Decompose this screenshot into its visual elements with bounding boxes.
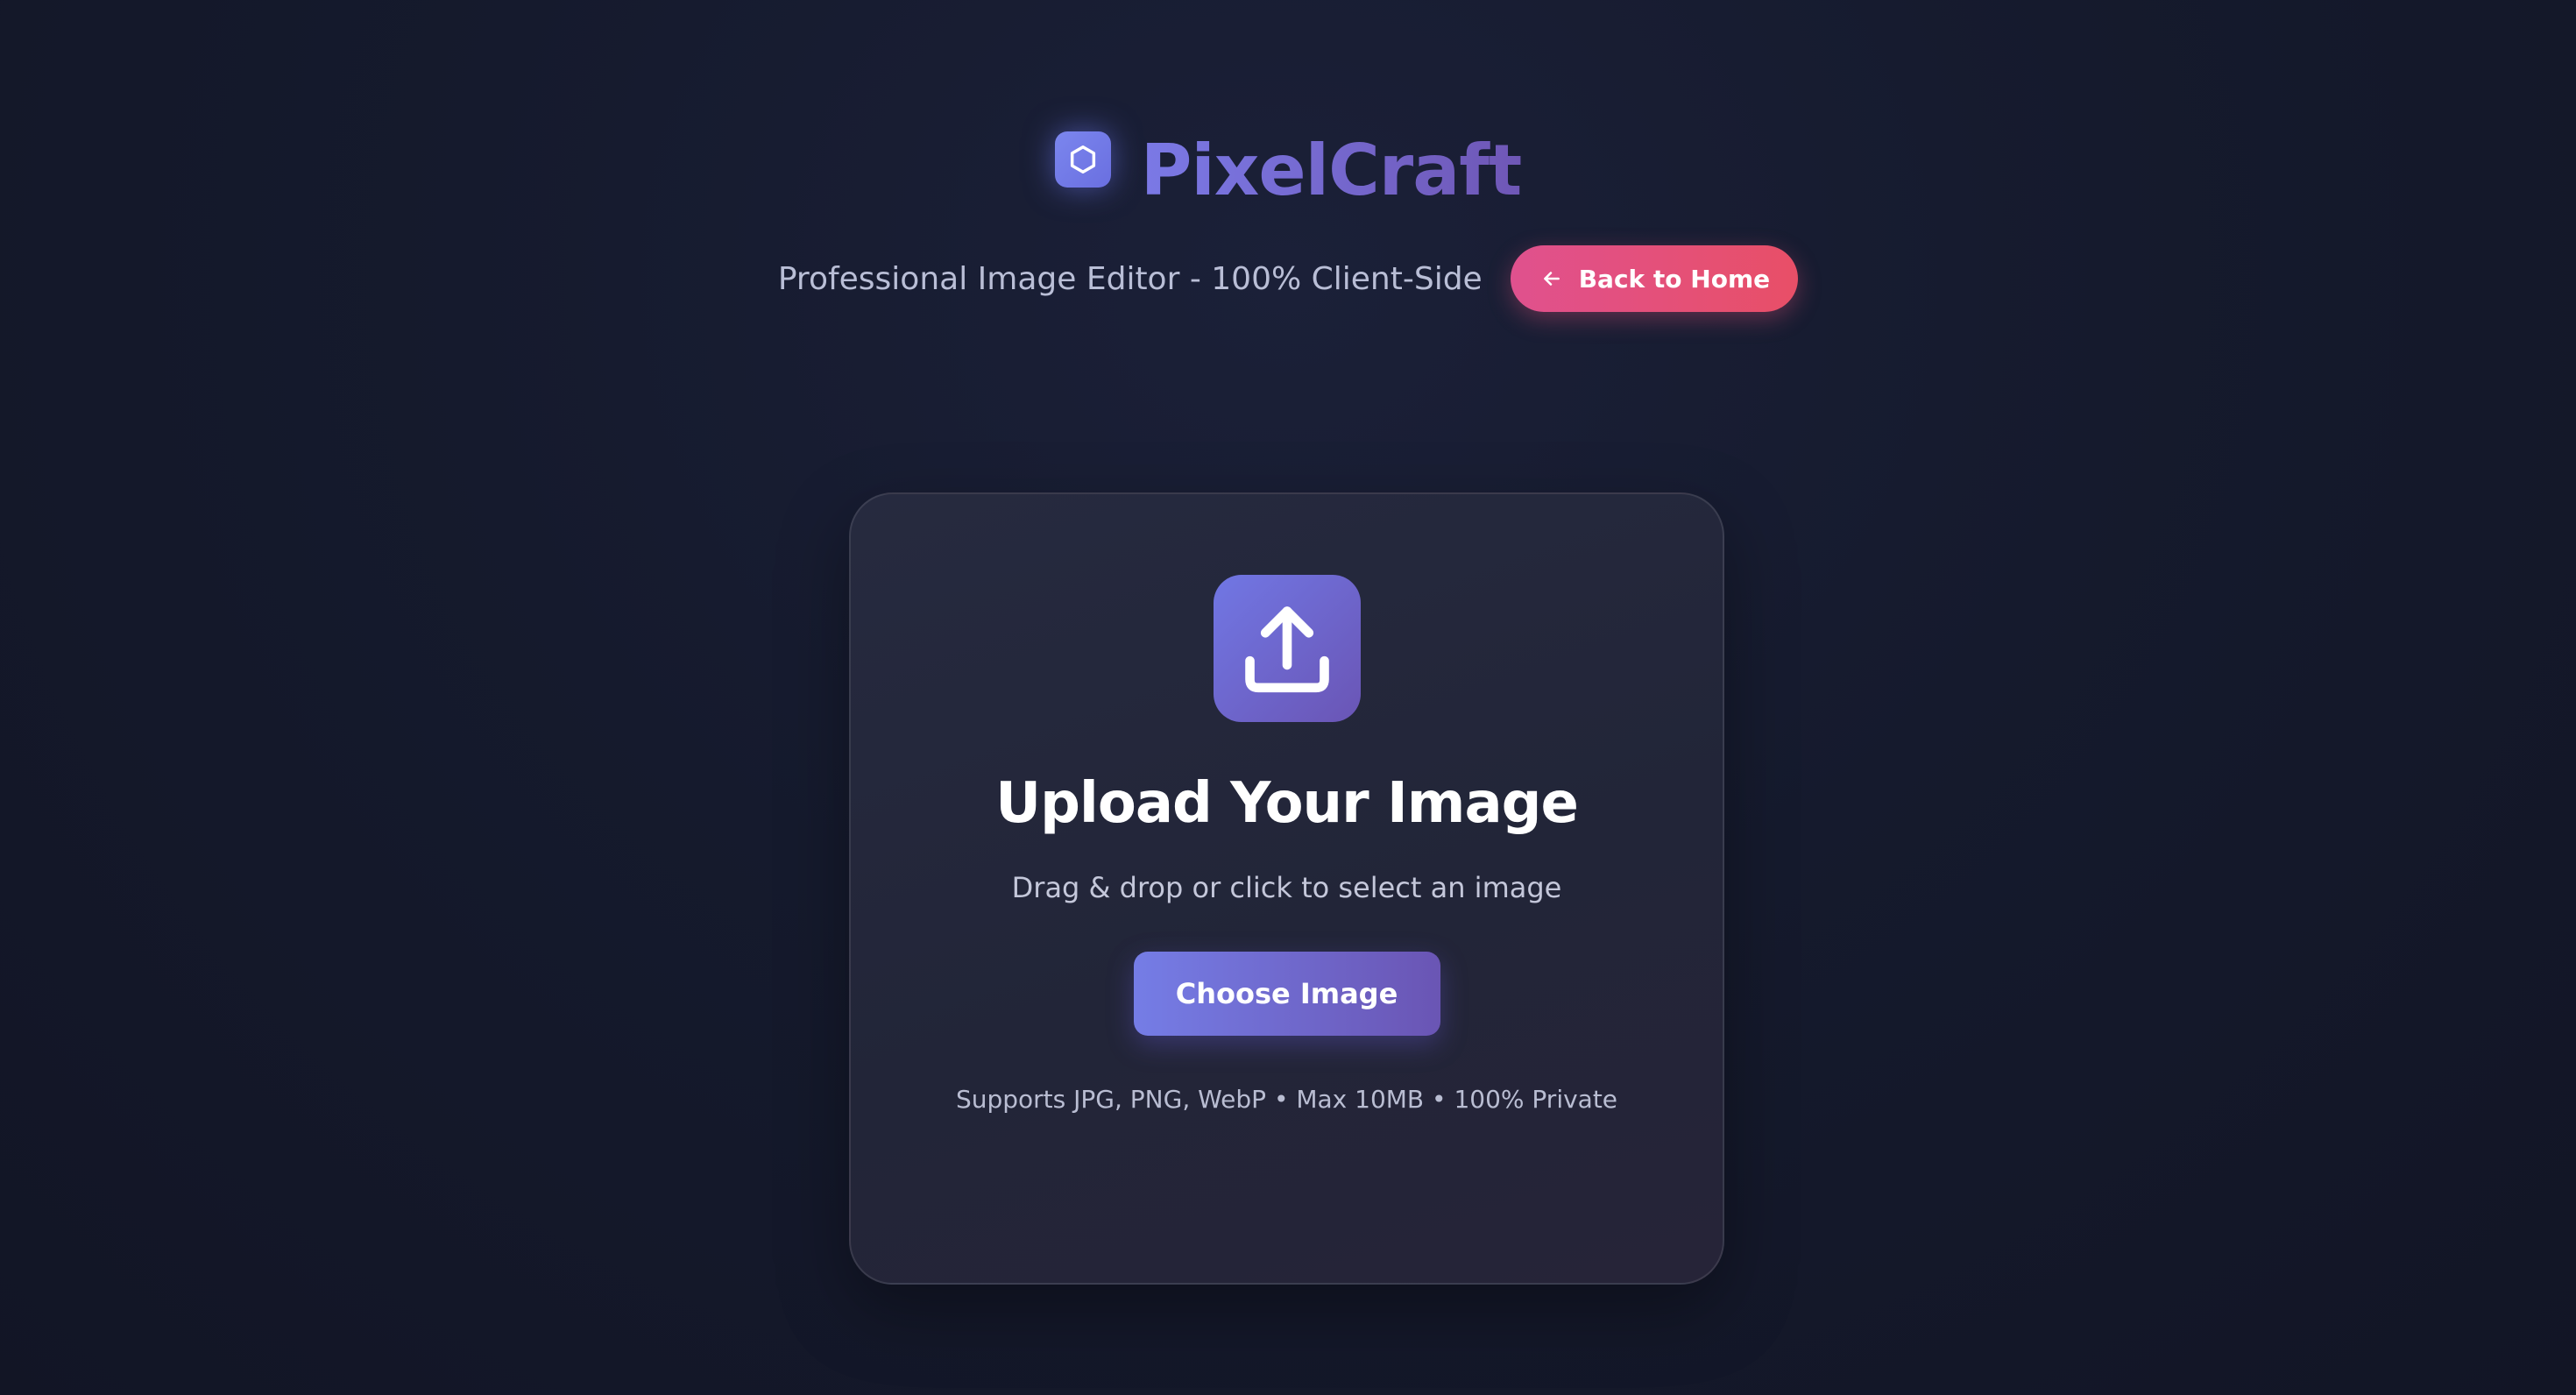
choose-image-button[interactable]: Choose Image bbox=[1133, 952, 1440, 1037]
upload-subtitle: Drag & drop or click to select an image bbox=[1011, 871, 1562, 905]
upload-dropzone[interactable]: Upload Your Image Drag & drop or click t… bbox=[849, 492, 1724, 1285]
tagline-row: Professional Image Editor - 100% Client-… bbox=[777, 245, 1799, 312]
brand: PixelCraft bbox=[1054, 123, 1523, 219]
logo bbox=[1054, 131, 1111, 188]
back-to-home-button[interactable]: Back to Home bbox=[1510, 245, 1799, 312]
arrow-left-icon bbox=[1540, 267, 1563, 290]
supported-formats-note: Supports JPG, PNG, WebP • Max 10MB • 100… bbox=[955, 1085, 1618, 1115]
brand-name: PixelCraft bbox=[1140, 130, 1523, 211]
tagline: Professional Image Editor - 100% Client-… bbox=[777, 260, 1483, 297]
hexagon-icon bbox=[1066, 143, 1100, 176]
upload-icon bbox=[1213, 575, 1361, 722]
upload-title: Upload Your Image bbox=[995, 771, 1579, 836]
page-header: PixelCraft Professional Image Editor - 1… bbox=[0, 123, 2576, 312]
back-to-home-label: Back to Home bbox=[1578, 264, 1771, 294]
